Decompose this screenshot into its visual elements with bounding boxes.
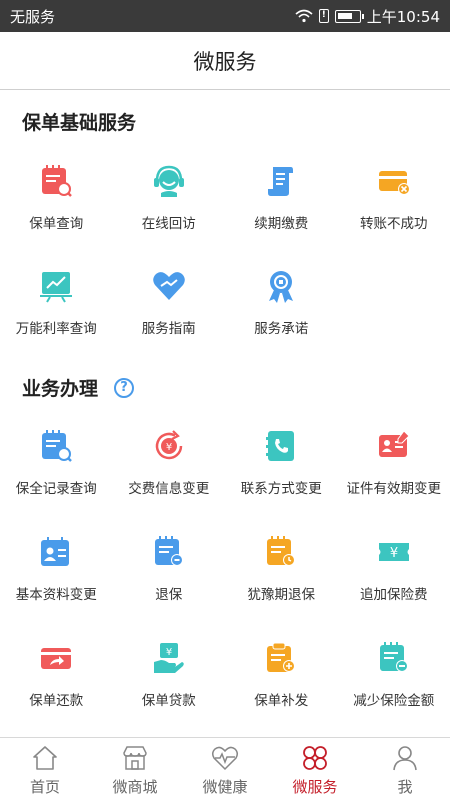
service-label: 联系方式变更: [240, 481, 322, 497]
service-cooling-off-surrender[interactable]: 犹豫期退保: [225, 534, 338, 634]
headset-icon: [153, 165, 184, 197]
scroll-icon: [268, 167, 294, 196]
service-reduce-amount[interactable]: 减少保险金额: [338, 640, 450, 740]
service-label: 交费信息变更: [128, 481, 210, 497]
service-label: 保单查询: [29, 216, 84, 232]
section-title-basic: 保单基础服务: [20, 108, 139, 135]
service-label: 证件有效期变更: [346, 481, 442, 497]
service-guide[interactable]: 服务指南: [113, 268, 226, 368]
service-label: 服务承诺: [254, 321, 309, 337]
service-renewal-payment[interactable]: 续期缴费: [225, 163, 338, 263]
section-title-business: 业务办理 ?: [20, 374, 135, 401]
service-id-validity-change[interactable]: 证件有效期变更: [338, 428, 450, 528]
nav-label: 我: [397, 778, 413, 796]
nav-label: 微商城: [112, 778, 158, 796]
shop-icon: [123, 746, 147, 770]
chart-board-icon: [40, 272, 73, 303]
service-label: 续期缴费: [254, 216, 309, 232]
ribbon-badge-icon: [269, 271, 294, 303]
loan-icon: ¥: [153, 643, 184, 673]
bottom-nav: 首页 微商城 微健康 微服务 我: [0, 737, 450, 800]
page-title: 微服务: [193, 49, 257, 74]
service-label: 犹豫期退保: [247, 587, 316, 603]
service-contact-change[interactable]: 联系方式变更: [225, 428, 338, 528]
reduce-amount-icon: [379, 642, 408, 672]
service-label: 保全记录查询: [15, 481, 97, 497]
service-additional-premium[interactable]: ¥ 追加保险费: [338, 534, 450, 634]
heart-hands-icon: [152, 272, 185, 300]
cooling-off-icon: [267, 536, 296, 566]
service-basic-info-change[interactable]: 基本资料变更: [0, 534, 113, 634]
service-label: 基本资料变更: [15, 587, 97, 603]
health-heart-icon: [211, 746, 239, 771]
service-label: 追加保险费: [360, 587, 428, 603]
section-title-label: 业务办理: [20, 374, 101, 401]
service-policy-query[interactable]: 保单查询: [0, 163, 113, 263]
service-label: 退保: [155, 587, 183, 603]
nav-me[interactable]: 我: [360, 738, 450, 800]
phone-book-icon: [266, 431, 295, 461]
sim-alert-icon: !: [318, 9, 329, 23]
grid-row: 保全记录查询 ¥ 交费信息变更 联系方式变更 证件有效期变更: [0, 428, 450, 528]
record-query-icon: [42, 430, 73, 462]
status-bar: 无服务 ! 上午10:54: [0, 0, 450, 32]
nav-health[interactable]: 微健康: [180, 738, 270, 800]
help-icon[interactable]: ?: [114, 377, 135, 398]
card-failed-icon: [378, 171, 410, 195]
svg-text:¥: ¥: [390, 546, 398, 561]
profile-card-icon: [41, 537, 70, 566]
battery-icon: [334, 9, 364, 23]
svg-text:¥: ¥: [166, 442, 172, 453]
nav-label: 微健康: [202, 778, 248, 796]
carrier-text: 无服务: [10, 7, 56, 26]
service-surrender[interactable]: 退保: [113, 534, 226, 634]
policy-query-icon: [42, 165, 73, 197]
service-policy-reissue[interactable]: 保单补发: [225, 640, 338, 740]
svg-text:¥: ¥: [166, 647, 172, 658]
service-universal-rate-query[interactable]: 万能利率查询: [0, 268, 113, 368]
service-label: 减少保险金额: [353, 693, 435, 709]
nav-label: 首页: [29, 778, 60, 796]
service-online-revisit[interactable]: 在线回访: [113, 163, 226, 263]
service-payment-info-change[interactable]: ¥ 交费信息变更: [113, 428, 226, 528]
service-label: 保单还款: [29, 693, 84, 709]
grid-row: 基本资料变更 退保 犹豫期退保 ¥ 追加保险费: [0, 534, 450, 634]
service-label: 服务指南: [141, 321, 196, 337]
service-policy-loan[interactable]: ¥ 保单贷款: [113, 640, 226, 740]
nav-shop[interactable]: 微商城: [90, 738, 180, 800]
service-clover-icon: [303, 746, 327, 770]
nav-label: 微服务: [292, 778, 338, 796]
service-label: 保单贷款: [141, 693, 196, 709]
service-policy-repayment[interactable]: 保单还款: [0, 640, 113, 740]
service-commitment[interactable]: 服务承诺: [225, 268, 338, 368]
grid-row: 保单还款 ¥ 保单贷款 保单补发 减少保险金额: [0, 640, 450, 740]
surrender-icon: [154, 536, 183, 566]
service-label: 保单补发: [254, 693, 309, 709]
title-bar: 微服务: [0, 32, 450, 90]
reissue-icon: [267, 642, 296, 672]
card-repay-icon: [41, 648, 72, 669]
clock-text: 上午10:54: [366, 7, 440, 26]
service-label: 万能利率查询: [15, 321, 97, 337]
section-title-label: 保单基础服务: [20, 108, 139, 135]
person-icon: [393, 746, 417, 771]
service-record-query[interactable]: 保全记录查询: [0, 428, 113, 528]
service-label: 在线回访: [141, 216, 196, 232]
nav-home[interactable]: 首页: [0, 738, 90, 800]
ticket-yuan-icon: ¥: [378, 543, 409, 561]
service-transfer-failed[interactable]: 转账不成功: [338, 163, 450, 263]
service-label: 转账不成功: [360, 216, 428, 232]
yuan-refresh-icon: ¥: [155, 430, 182, 460]
id-card-icon: [378, 430, 410, 457]
nav-service[interactable]: 微服务: [270, 738, 360, 800]
home-icon: [33, 746, 57, 770]
wifi-icon: [295, 9, 313, 23]
grid-row: 保单查询 在线回访 续期缴费 转账不成功: [0, 163, 450, 263]
grid-row: 万能利率查询 服务指南 服务承诺: [0, 268, 450, 368]
